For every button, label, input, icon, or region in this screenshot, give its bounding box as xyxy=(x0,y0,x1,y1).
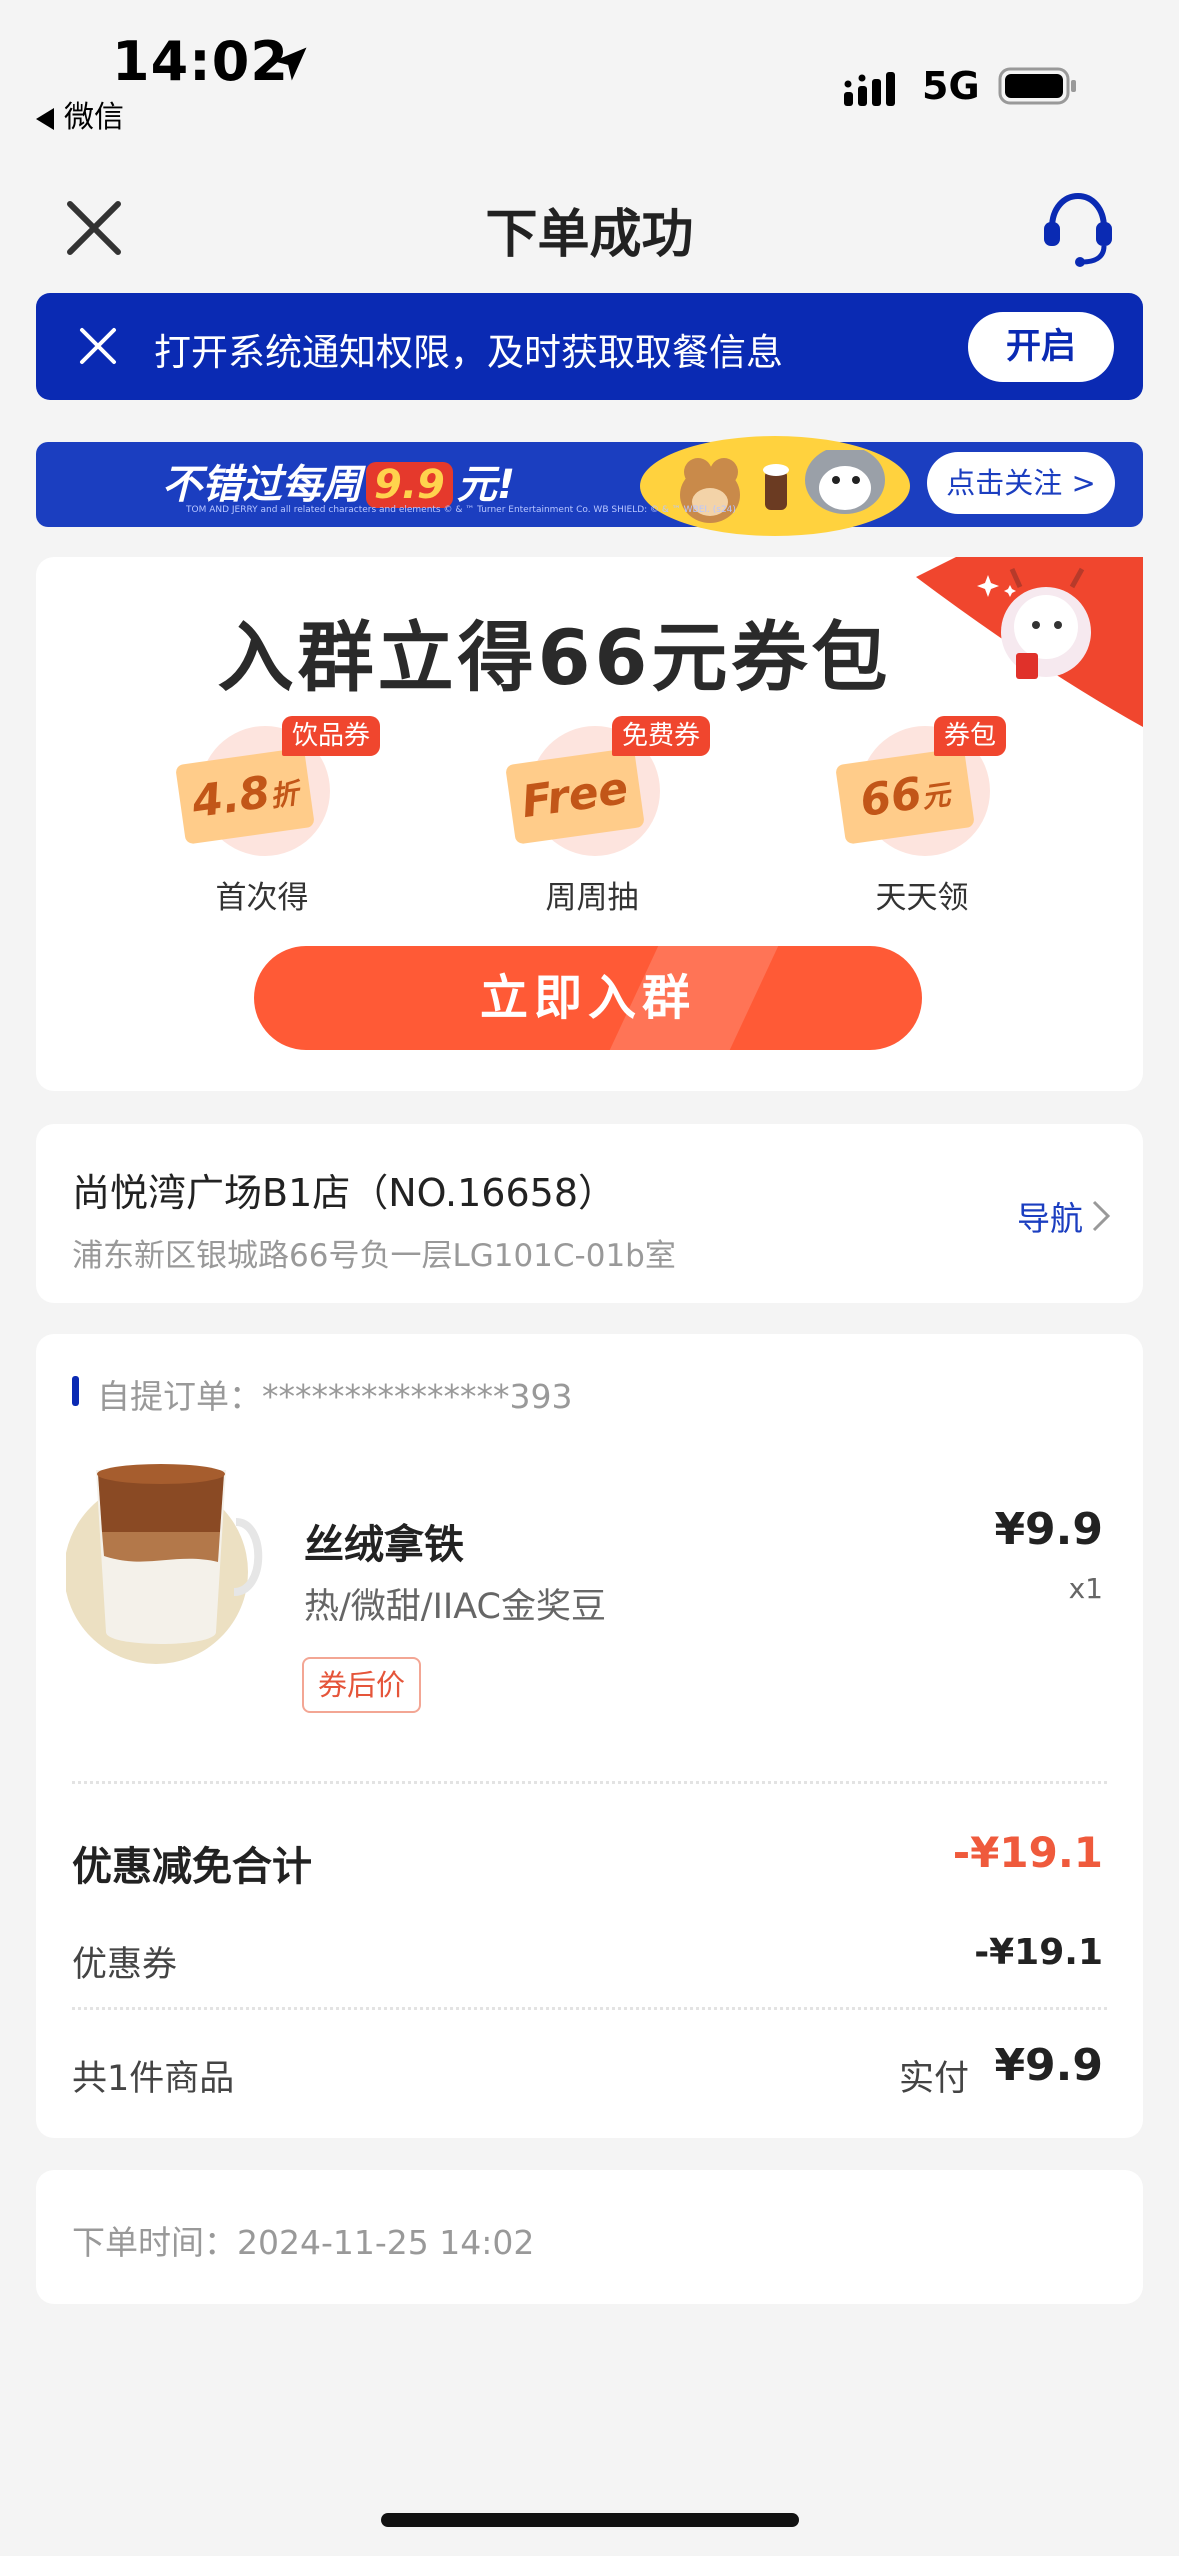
order-label-accent xyxy=(72,1376,79,1406)
location-arrow-icon xyxy=(273,47,307,81)
group-card-title: 入群立得66元券包 xyxy=(217,613,892,702)
promo-text-before: 不错过每周 xyxy=(162,462,362,508)
coupon-face-value: 4.8 xyxy=(188,766,274,829)
item-spec: 热/微甜/IIAC金奖豆 xyxy=(304,1587,606,1627)
navigate-link[interactable]: 导航 xyxy=(1017,1192,1083,1240)
back-app-label: 微信 xyxy=(64,100,124,135)
coupon-tag: 饮品券 xyxy=(282,716,381,756)
discount-total-label: 优惠减免合计 xyxy=(72,1844,312,1890)
store-name: 尚悦湾广场B1店（NO.16658） xyxy=(72,1171,617,1215)
promo-fine-print: TOM AND JERRY and all related characters… xyxy=(186,505,736,515)
discount-total-value: -¥19.1 xyxy=(952,1828,1103,1877)
paid-label: 实付 xyxy=(898,2059,969,2099)
after-coupon-price-tag: 券后价 xyxy=(302,1657,422,1713)
enable-notifications-button[interactable]: 开启 xyxy=(968,312,1114,382)
chevron-right-icon[interactable] xyxy=(1088,1198,1114,1234)
coupon-label: 优惠券 xyxy=(72,1945,178,1985)
network-type: 5G xyxy=(922,64,980,108)
coupon-drink[interactable]: 4.8折 饮品券 xyxy=(170,716,381,866)
order-time: 下单时间：2024-11-25 14:02 xyxy=(72,2223,535,2262)
join-group-button-label: 立即入群 xyxy=(479,970,696,1026)
banner-close-icon[interactable] xyxy=(74,322,122,370)
status-time: 14:02 xyxy=(112,30,289,93)
coupon-free[interactable]: Free 免费券 xyxy=(500,716,711,866)
coupon-tag: 券包 xyxy=(934,716,1007,756)
promo-text-after: 元! xyxy=(456,462,516,508)
follow-button-label: 点击关注 xyxy=(946,466,1063,500)
divider xyxy=(72,2007,1107,2010)
home-indicator[interactable] xyxy=(381,2513,799,2527)
coupon-face-unit: 元 xyxy=(919,777,953,815)
cartoon-characters-image xyxy=(680,450,885,523)
back-triangle-icon xyxy=(36,107,54,130)
item-count: 共1件商品 xyxy=(72,2059,235,2099)
promo-text: 不错过每周 9.9 元! xyxy=(162,452,515,510)
back-to-wechat[interactable]: 微信 xyxy=(36,92,124,136)
coupon-label: 天天领 xyxy=(875,880,969,916)
page-title: 下单成功 xyxy=(485,205,694,265)
latte-product-image xyxy=(66,1464,263,1664)
coupon-face-value: 66 xyxy=(857,767,925,827)
coupon-face-value: Free xyxy=(518,762,632,829)
coupon-value: -¥19.1 xyxy=(974,1932,1103,1973)
follow-button[interactable]: 点击关注 > xyxy=(927,452,1115,514)
store-address: 浦东新区银城路66号负一层LG101C-01b室 xyxy=(72,1238,676,1274)
coupon-label: 首次得 xyxy=(215,880,309,916)
chevron-right-icon: > xyxy=(1071,466,1096,500)
customer-service-icon[interactable] xyxy=(1040,188,1116,268)
coupon-label: 周周抽 xyxy=(545,880,639,916)
coupon-tag: 免费券 xyxy=(612,716,711,756)
paid-value: ¥9.9 xyxy=(994,2040,1103,2091)
join-group-button[interactable]: 立即入群 xyxy=(254,946,922,1050)
item-name: 丝绒拿铁 xyxy=(304,1522,464,1568)
order-number: 自提订单：***************393 xyxy=(97,1377,573,1416)
battery-icon xyxy=(998,67,1076,105)
coupon-pack[interactable]: 66元 券包 xyxy=(830,716,1010,866)
item-price: ¥9.9 xyxy=(994,1504,1103,1555)
cellular-signal-icon xyxy=(844,72,895,106)
item-quantity: x1 xyxy=(1068,1572,1103,1605)
coupon-face-unit: 折 xyxy=(268,776,301,814)
notification-banner-text: 打开系统通知权限，及时获取取餐信息 xyxy=(154,331,783,374)
promo-highlight: 9.9 xyxy=(366,462,453,508)
divider xyxy=(72,1781,1107,1784)
